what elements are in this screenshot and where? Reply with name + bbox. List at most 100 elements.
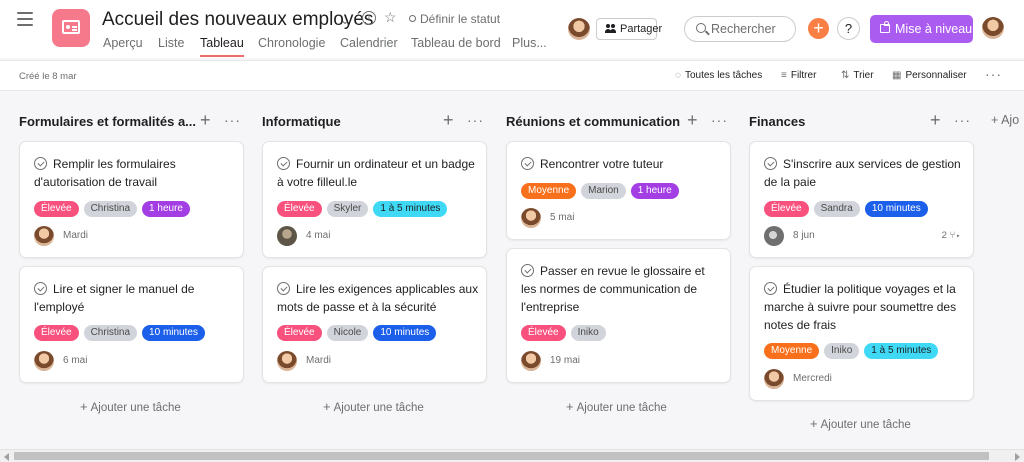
avatar[interactable] xyxy=(521,208,541,228)
task-title: Rencontrer votre tuteur xyxy=(540,157,664,171)
top-header: Accueil des nouveaux employés ⌄ i ☆ Défi… xyxy=(0,0,1024,58)
add-task-button[interactable]: + Ajouter une tâche xyxy=(80,399,181,414)
add-task-label: Ajouter une tâche xyxy=(333,402,424,414)
chevron-down-icon[interactable]: ⌄ xyxy=(340,13,350,27)
more-icon[interactable]: ··· xyxy=(954,112,971,128)
task-card[interactable]: Lire et signer le manuel de l'employé Él… xyxy=(19,266,244,383)
help-button[interactable]: ? xyxy=(837,17,860,40)
customize-button[interactable]: ▦ Personnaliser xyxy=(892,70,967,81)
tab-calendrier[interactable]: Calendrier xyxy=(340,36,398,50)
add-icon[interactable]: + xyxy=(687,110,698,131)
filter-icon: ≡ xyxy=(781,70,787,81)
all-tasks-button[interactable]: ◌ Toutes les tâches xyxy=(675,70,762,81)
filter-label: Filtrer xyxy=(790,70,817,81)
filter-button[interactable]: ≡ Filtrer xyxy=(781,70,816,81)
assignee-tag: Sandra xyxy=(813,201,860,217)
more-icon[interactable]: ··· xyxy=(467,112,484,128)
add-section-button[interactable]: + Ajo xyxy=(991,113,1019,127)
priority-tag: Moyenne xyxy=(764,343,820,359)
check-circle-icon: ◌ xyxy=(675,70,681,81)
priority-tag: Élevée xyxy=(277,201,322,217)
due-date[interactable]: 19 mai xyxy=(550,355,580,366)
column-title: Finances xyxy=(749,114,806,129)
tag-list: Élevée Christina 10 minutes xyxy=(34,325,210,341)
star-icon[interactable]: ☆ xyxy=(384,9,397,26)
column-title: Réunions et communication xyxy=(506,114,681,129)
task-card[interactable]: Rencontrer votre tuteur Moyenne Marion 1 h… xyxy=(506,141,731,240)
tag-list: Élevée Iniko xyxy=(521,325,611,341)
add-icon[interactable]: + xyxy=(930,110,941,131)
avatar[interactable] xyxy=(521,351,541,371)
assignee-tag: Iniko xyxy=(570,325,606,341)
duration-tag: 10 minutes xyxy=(373,325,437,341)
tab-tableau-de-bord[interactable]: Tableau de bord xyxy=(411,36,501,50)
add-icon[interactable]: + xyxy=(200,110,211,131)
avatar[interactable] xyxy=(277,226,297,246)
user-avatar[interactable] xyxy=(982,17,1004,39)
project-board-icon xyxy=(52,9,90,47)
tag-list: Moyenne Marion 1 heure xyxy=(521,183,684,199)
quick-add-button[interactable]: + xyxy=(808,18,829,39)
task-card[interactable]: Passer en revue le glossaire et les norm… xyxy=(506,248,731,383)
avatar[interactable] xyxy=(277,351,297,371)
set-status-label: Définir le statut xyxy=(420,12,501,26)
avatar[interactable] xyxy=(568,18,590,40)
horizontal-scrollbar[interactable] xyxy=(0,449,1024,462)
more-icon[interactable]: ··· xyxy=(985,66,1002,82)
column-header: Réunions et communication + ··· xyxy=(506,110,732,132)
menu-icon[interactable] xyxy=(17,12,33,26)
info-icon[interactable]: i xyxy=(362,11,376,25)
scroll-left-icon[interactable] xyxy=(4,453,9,461)
due-date[interactable]: 8 jun xyxy=(793,230,815,241)
assignee-tag: Skyler xyxy=(326,201,369,217)
assignee-tag: Christina xyxy=(83,325,138,341)
avatar[interactable] xyxy=(34,226,54,246)
more-icon[interactable]: ··· xyxy=(224,112,241,128)
scrollbar-thumb[interactable] xyxy=(14,452,989,460)
tab-apercu[interactable]: Aperçu xyxy=(103,36,143,50)
avatar[interactable] xyxy=(764,226,784,246)
tab-liste[interactable]: Liste xyxy=(158,36,184,50)
due-date[interactable]: 4 mai xyxy=(306,230,330,241)
due-date[interactable]: Mardi xyxy=(306,355,331,366)
task-card[interactable]: Lire les exigences applicables aux mots … xyxy=(262,266,487,383)
scroll-right-icon[interactable] xyxy=(1015,453,1020,461)
tab-chronologie[interactable]: Chronologie xyxy=(258,36,325,50)
gift-icon xyxy=(880,21,890,33)
sort-icon: ⇅ xyxy=(841,70,850,81)
add-task-button[interactable]: + Ajouter une tâche xyxy=(323,399,424,414)
duration-tag: 1 à 5 minutes xyxy=(373,201,448,217)
task-card[interactable]: Fournir un ordinateur et un badge à votr… xyxy=(262,141,487,258)
upgrade-button[interactable]: Mise à niveau xyxy=(870,15,973,43)
subtask-icon: ⑂▸ xyxy=(949,230,961,241)
add-task-button[interactable]: + Ajouter une tâche xyxy=(810,416,911,431)
due-date[interactable]: Mardi xyxy=(63,230,88,241)
share-button[interactable]: Partager xyxy=(596,18,662,40)
add-icon[interactable]: + xyxy=(443,110,454,131)
all-tasks-label: Toutes les tâches xyxy=(684,70,763,81)
due-date[interactable]: Mercredi xyxy=(793,373,832,384)
tab-tableau[interactable]: Tableau xyxy=(200,36,244,57)
tab-plus[interactable]: Plus... xyxy=(512,36,547,50)
set-status-button[interactable]: Définir le statut xyxy=(409,12,500,26)
avatar[interactable] xyxy=(34,351,54,371)
search-input[interactable] xyxy=(711,21,791,37)
due-date[interactable]: 5 mai xyxy=(550,212,574,223)
add-task-button[interactable]: + Ajouter une tâche xyxy=(566,399,667,414)
subtasks-indicator[interactable]: 2 ⑂▸ xyxy=(942,230,961,241)
avatar[interactable] xyxy=(764,369,784,389)
task-card[interactable]: S'inscrire aux services de gestion de la… xyxy=(749,141,974,258)
column-header: Formulaires et formalités a... + ··· xyxy=(19,110,245,132)
sort-label: Trier xyxy=(853,70,874,81)
task-title: Lire et signer le manuel de l'employé xyxy=(34,282,195,314)
sort-button[interactable]: ⇅ Trier xyxy=(841,70,874,81)
column-title: Formulaires et formalités a... xyxy=(19,114,197,129)
tag-list: Élevée Sandra 10 minutes xyxy=(764,201,933,217)
plus-icon: + xyxy=(323,399,331,414)
search-field[interactable] xyxy=(684,16,796,42)
task-card[interactable]: Remplir les formulaires d'autorisation d… xyxy=(19,141,244,258)
created-date: Créé le 8 mar xyxy=(19,71,77,82)
task-card[interactable]: Étudier la politique voyages et la march… xyxy=(749,266,974,401)
due-date[interactable]: 6 mai xyxy=(63,355,87,366)
more-icon[interactable]: ··· xyxy=(711,112,728,128)
